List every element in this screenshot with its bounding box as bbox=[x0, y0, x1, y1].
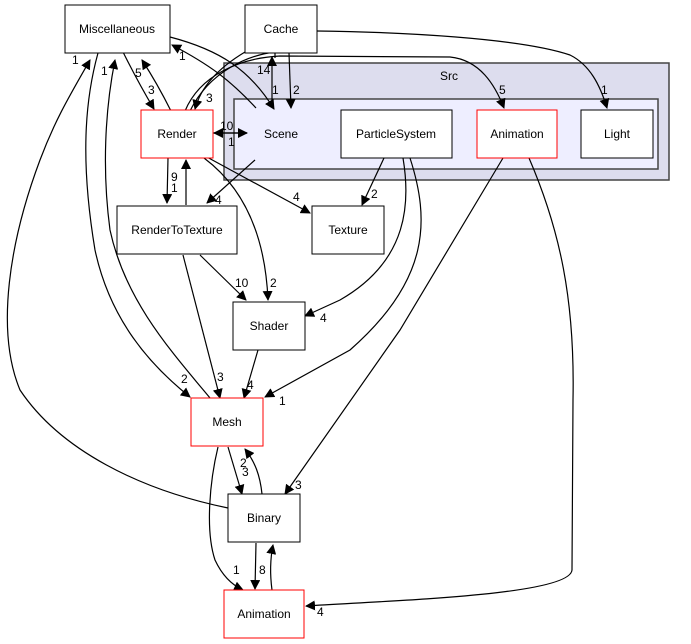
node-label: RenderToTexture bbox=[131, 223, 223, 237]
edge-label: 2 bbox=[270, 276, 277, 290]
node-texture[interactable]: Texture bbox=[311, 205, 385, 255]
edge-render-rtt bbox=[162, 157, 173, 204]
node-miscellaneous[interactable]: Miscellaneous bbox=[64, 4, 171, 54]
edge-label: 3 bbox=[206, 91, 213, 105]
edge-label: 4 bbox=[293, 190, 300, 204]
edge-label: 2 bbox=[293, 83, 300, 97]
edge-mesh-binary bbox=[227, 446, 245, 495]
edge-misc-render bbox=[122, 51, 155, 110]
node-scene[interactable]: Scene bbox=[264, 127, 298, 141]
node-label: Miscellaneous bbox=[79, 22, 155, 36]
node-label: ParticleSystem bbox=[356, 127, 436, 141]
node-render[interactable]: Render bbox=[140, 109, 214, 159]
edge-label: 4 bbox=[320, 311, 327, 325]
edge-label: 2 bbox=[181, 372, 188, 386]
edge-label: 3 bbox=[217, 370, 224, 384]
edge-binary-anim bbox=[250, 542, 261, 590]
edge-label: 3 bbox=[148, 83, 155, 97]
node-cache[interactable]: Cache bbox=[244, 4, 318, 54]
edge-label: 1 bbox=[171, 181, 178, 195]
edge-label: 1 bbox=[101, 64, 108, 78]
edge-label: 4 bbox=[215, 193, 222, 207]
edge-label: 5 bbox=[135, 66, 142, 80]
node-src-animation[interactable]: Animation bbox=[476, 109, 558, 159]
node-rendertotexture[interactable]: RenderToTexture bbox=[116, 205, 238, 255]
edge-label: 8 bbox=[259, 563, 266, 577]
edge-label: 10 bbox=[235, 276, 249, 290]
edge-label: 3 bbox=[295, 478, 302, 492]
node-shader[interactable]: Shader bbox=[232, 301, 306, 351]
edge-label: 10 bbox=[220, 119, 234, 133]
edge-label: 1 bbox=[228, 135, 235, 149]
edge-label: 1 bbox=[72, 53, 79, 67]
node-label: Scene bbox=[264, 127, 298, 141]
edge-render-misc bbox=[141, 59, 172, 112]
edge-label: 4 bbox=[247, 378, 254, 392]
node-label: Shader bbox=[250, 319, 289, 333]
node-label: Light bbox=[604, 127, 631, 141]
edge-label: 4 bbox=[317, 605, 324, 619]
node-animation[interactable]: Animation bbox=[223, 589, 305, 639]
node-particlesystem[interactable]: ParticleSystem bbox=[340, 109, 453, 159]
cluster-src-label: Src bbox=[440, 69, 458, 83]
node-label: Binary bbox=[247, 511, 281, 525]
edge-anim-binary bbox=[266, 544, 277, 591]
edge-label: 1 bbox=[601, 83, 608, 97]
edge-label: 2 bbox=[371, 187, 378, 201]
node-label: Animation bbox=[490, 127, 543, 141]
edge-label: 3 bbox=[242, 465, 249, 479]
edge-label: 14 bbox=[257, 63, 271, 77]
node-label: Animation bbox=[237, 607, 290, 621]
edge-label: 1 bbox=[272, 83, 279, 97]
dependency-graph: Src 1 1 5 3 1 3 14 1 2 5 1 10 1 9 1 4 4 … bbox=[6, 4, 670, 639]
node-label: Cache bbox=[264, 22, 299, 36]
edge-rtt-mesh bbox=[182, 254, 223, 399]
edge-label: 1 bbox=[179, 49, 186, 63]
edge-label: 1 bbox=[279, 394, 286, 408]
node-mesh[interactable]: Mesh bbox=[190, 397, 264, 447]
edge-label: 1 bbox=[233, 563, 240, 577]
edge-particle-mesh bbox=[264, 157, 422, 398]
node-binary[interactable]: Binary bbox=[227, 493, 301, 543]
node-light[interactable]: Light bbox=[580, 109, 654, 159]
node-label: Mesh bbox=[212, 415, 241, 429]
node-label: Texture bbox=[328, 223, 368, 237]
edge-label: 5 bbox=[499, 83, 506, 97]
node-label: Render bbox=[157, 127, 196, 141]
